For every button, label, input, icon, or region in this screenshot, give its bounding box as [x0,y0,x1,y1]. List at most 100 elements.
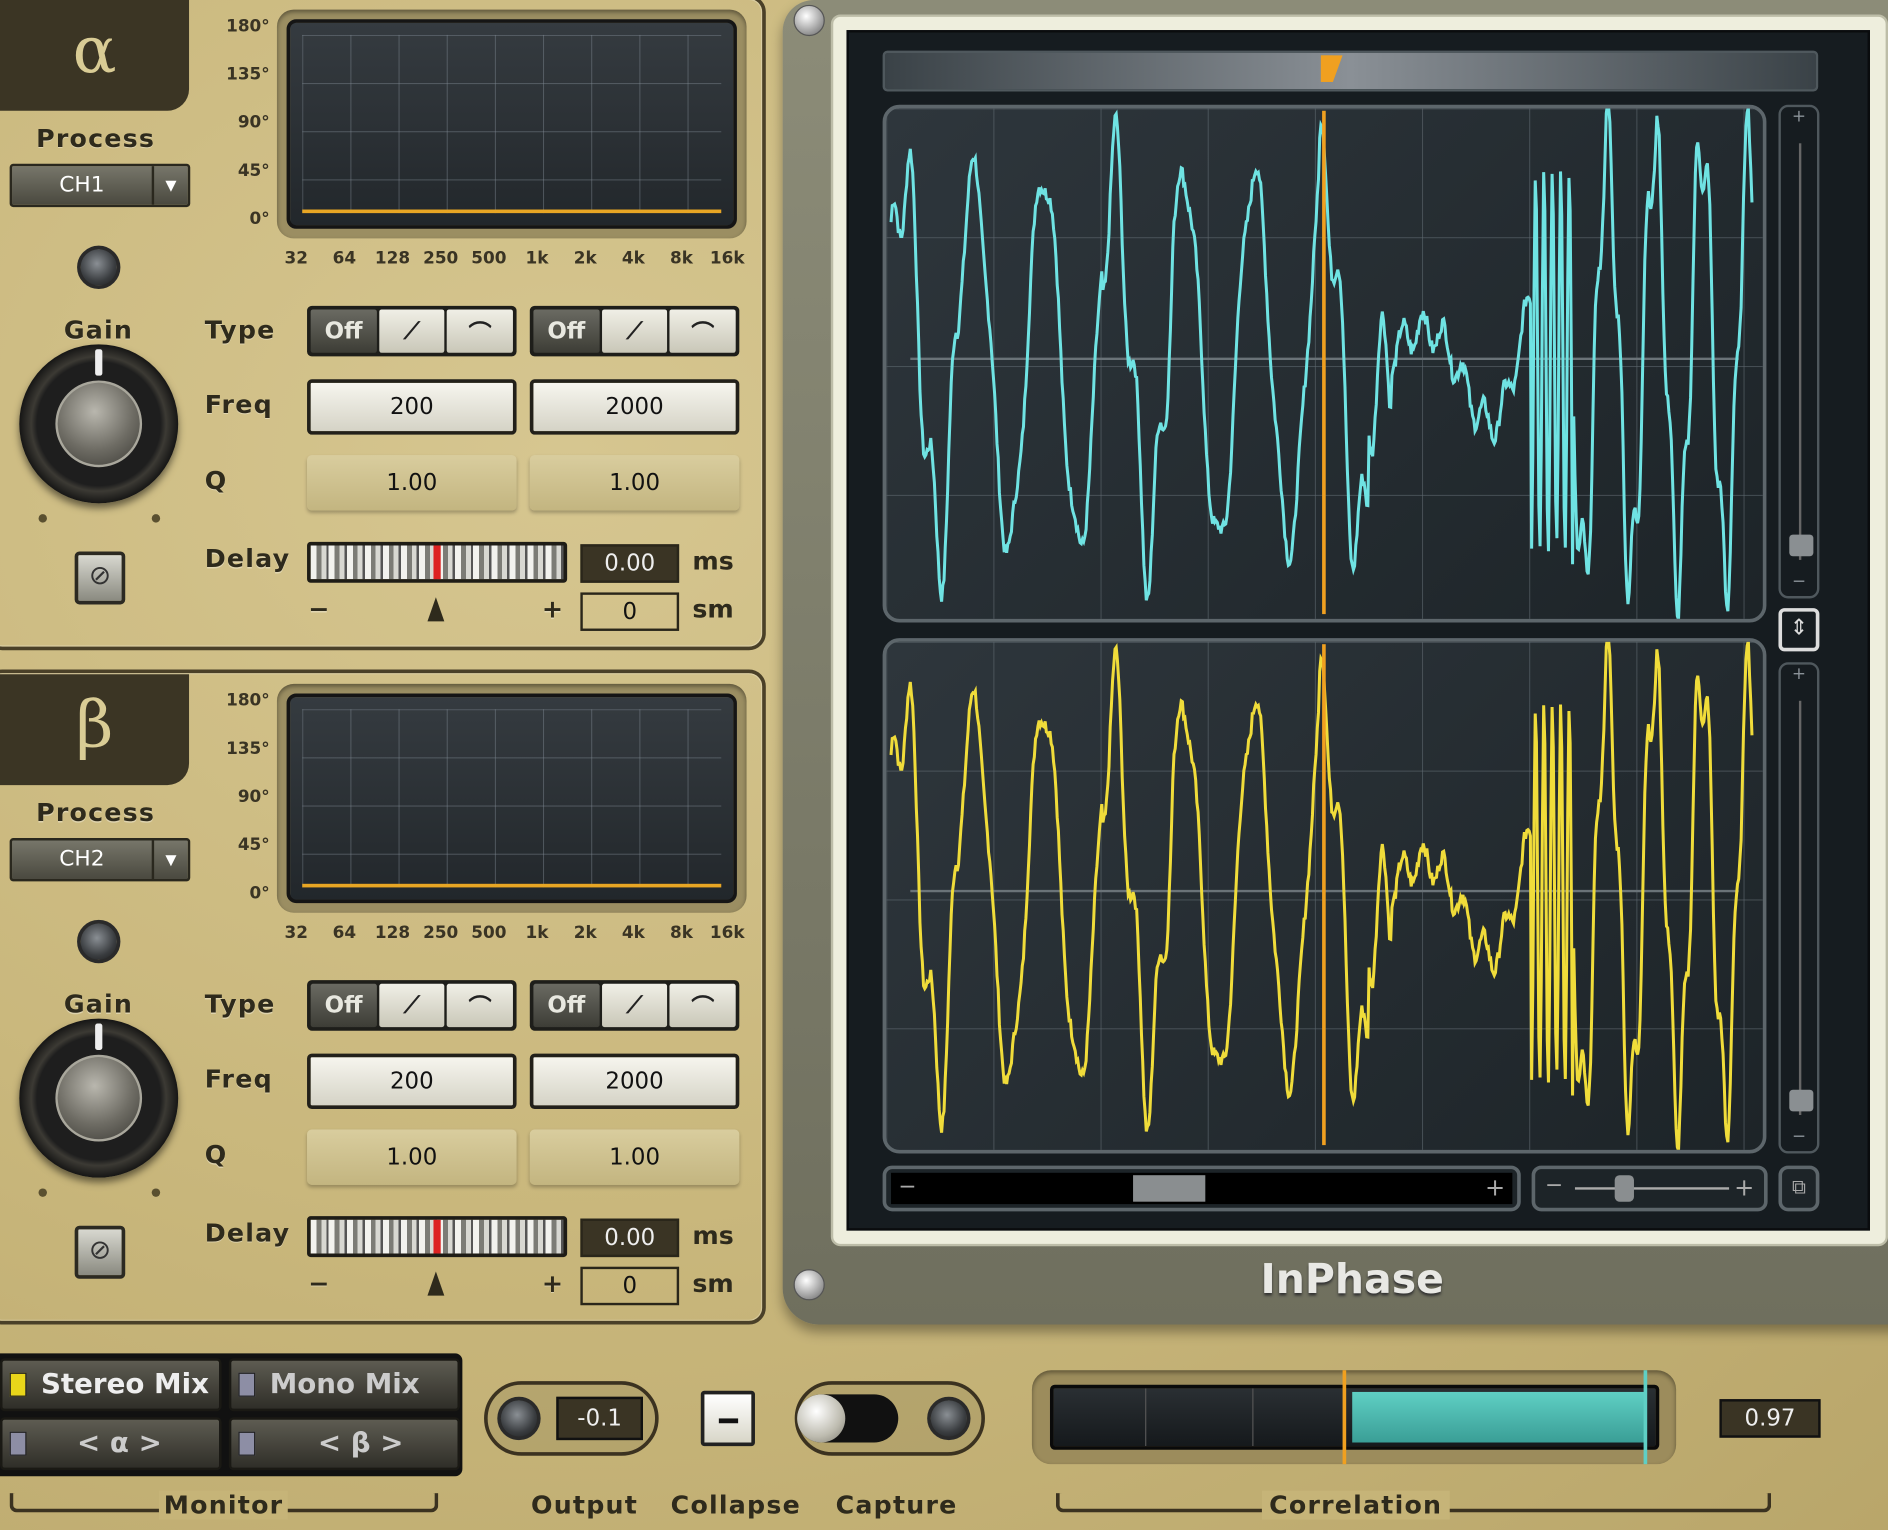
bell-filter-icon[interactable]: ⌒ [447,309,513,353]
filter2-off-button[interactable]: Off [533,309,600,353]
monitor-beta-button[interactable]: < β > [228,1417,460,1471]
phase-tick: 180° [226,16,270,37]
gain-label: Gain [63,315,134,345]
monitor-beta-label: < β > [317,1428,404,1460]
phase-curve [302,883,722,888]
delay-jog-slider[interactable] [307,541,568,583]
filter1-off-button[interactable]: Off [310,309,377,353]
link-zoom-button[interactable]: ⇕ [1778,608,1820,652]
hzoom-thumb[interactable] [1614,1175,1634,1202]
chevron-down-icon[interactable]: ▼ [151,840,188,879]
capture-led-button[interactable] [927,1396,971,1441]
freq-tick: 4k [621,923,645,943]
hzoom-plus[interactable]: + [1734,1173,1754,1202]
bell-filter-icon[interactable]: ⌒ [669,983,736,1028]
filter2-type-selector[interactable]: Off ⟋ ⌒ [529,980,740,1031]
filter1-q-field[interactable]: 1.00 [307,1129,517,1185]
delay-plus-button[interactable]: + [542,595,564,624]
delay-plus-button[interactable]: + [542,1269,564,1298]
time-ruler[interactable] [882,50,1819,92]
zoom-out-label: − [1791,1127,1806,1147]
filter1-type-selector[interactable]: Off ⟋ ⌒ [307,305,517,357]
bell-filter-icon[interactable]: ⌒ [669,309,736,353]
filter1-freq-field[interactable]: 200 [307,379,517,435]
filter2-q-field[interactable]: 1.00 [529,1129,740,1185]
freq-tick: 8k [670,249,693,269]
shelf-filter-icon[interactable]: ⟋ [601,983,668,1028]
process-dropdown[interactable]: CH2 ▼ [9,838,191,882]
freq-tick: 4k [621,249,645,269]
filter2-off-button[interactable]: Off [533,983,600,1028]
delay-ms-field[interactable]: 0.00 [580,1218,680,1258]
time-scrollbar[interactable]: − + [882,1165,1521,1212]
freq-tick: 500 [471,249,507,269]
stereo-mix-button[interactable]: Stereo Mix [0,1358,222,1412]
filter2-q-field[interactable]: 1.00 [529,455,740,511]
filter1-type-selector[interactable]: Off ⟋ ⌒ [307,980,517,1031]
scrollbar-thumb[interactable] [1133,1175,1206,1202]
capture-label: Capture [835,1490,958,1520]
delay-samples-field[interactable]: 0 [580,1266,680,1306]
scroll-minus[interactable]: − [898,1174,916,1199]
lower-zoom-slider[interactable]: + − [1778,662,1820,1154]
shelf-filter-icon[interactable]: ⟋ [378,309,445,353]
solo-led-button[interactable] [77,245,121,289]
delay-center-marker-icon [427,597,445,622]
process-dropdown[interactable]: CH1 ▼ [9,163,191,208]
window-button[interactable]: ⧉ [1778,1165,1820,1212]
upper-zoom-slider[interactable]: + − [1778,104,1820,599]
gain-knob[interactable] [19,1018,179,1178]
phase-tick: 180° [226,691,270,711]
freq-tick: 250 [423,249,459,269]
shelf-filter-icon[interactable]: ⟋ [601,309,668,353]
scroll-plus[interactable]: + [1485,1173,1505,1202]
collapse-button[interactable] [700,1390,755,1447]
playhead-cursor-upper[interactable] [1322,110,1326,615]
delay-jog-slider[interactable] [307,1216,568,1258]
freq-label: Freq [204,390,273,420]
delay-ms-field[interactable]: 0.00 [580,544,680,583]
hzoom-minus[interactable]: − [1545,1173,1563,1198]
overlap-windows-icon: ⧉ [1792,1175,1806,1199]
filter1-freq-field[interactable]: 200 [307,1053,517,1109]
filter2-freq-field[interactable]: 2000 [529,379,740,435]
knob-min-dot [38,514,47,523]
filter2-freq-field[interactable]: 2000 [529,1053,740,1109]
brand-logo: InPhase [1260,1255,1444,1305]
capture-toggle[interactable] [797,1394,899,1443]
phase-tick: 90° [237,787,270,807]
freq-tick: 2k [573,923,597,943]
mono-mix-button[interactable]: Mono Mix [228,1358,460,1412]
phase-invert-icon: ⊘ [88,1235,112,1266]
delay-samples-field[interactable]: 0 [580,592,680,631]
correlation-value: 0.97 [1719,1399,1821,1438]
channel-symbol: β [0,674,190,786]
solo-led-button[interactable] [77,919,121,964]
shelf-filter-icon[interactable]: ⟋ [378,983,445,1028]
ms-unit: ms [692,546,734,576]
monitor-alpha-button[interactable]: < α > [0,1417,222,1471]
delay-label: Delay [204,1218,291,1248]
chevron-down-icon[interactable]: ▼ [151,166,188,205]
knob-max-dot [151,1188,161,1197]
filter2-type-selector[interactable]: Off ⟋ ⌒ [529,305,740,357]
horizontal-zoom-slider[interactable]: − + [1531,1165,1768,1212]
output-knob[interactable] [497,1396,541,1441]
freq-tick: 16k [709,923,745,943]
delay-minus-button[interactable]: − [308,1269,330,1298]
filter1-off-button[interactable]: Off [310,983,377,1028]
phase-tick: 45° [237,161,270,181]
delay-minus-button[interactable]: − [308,595,330,624]
gain-knob[interactable] [19,344,179,504]
filter1-q-field[interactable]: 1.00 [307,455,517,511]
phase-invert-button[interactable]: ⊘ [74,1225,126,1279]
bell-filter-icon[interactable]: ⌒ [447,983,513,1028]
output-value-field[interactable]: -0.1 [556,1396,643,1441]
phase-invert-button[interactable]: ⊘ [74,551,126,605]
monitor-alpha-label: < α > [77,1428,162,1460]
cursor-handle-icon[interactable] [1320,55,1343,82]
process-label: Process [36,798,156,828]
playhead-cursor-lower[interactable] [1322,644,1326,1146]
process-label: Process [36,124,156,153]
channel-beta-panel: β Process CH2 ▼ Gain ⊘ 180° 135° 90° 45°… [0,669,771,1330]
